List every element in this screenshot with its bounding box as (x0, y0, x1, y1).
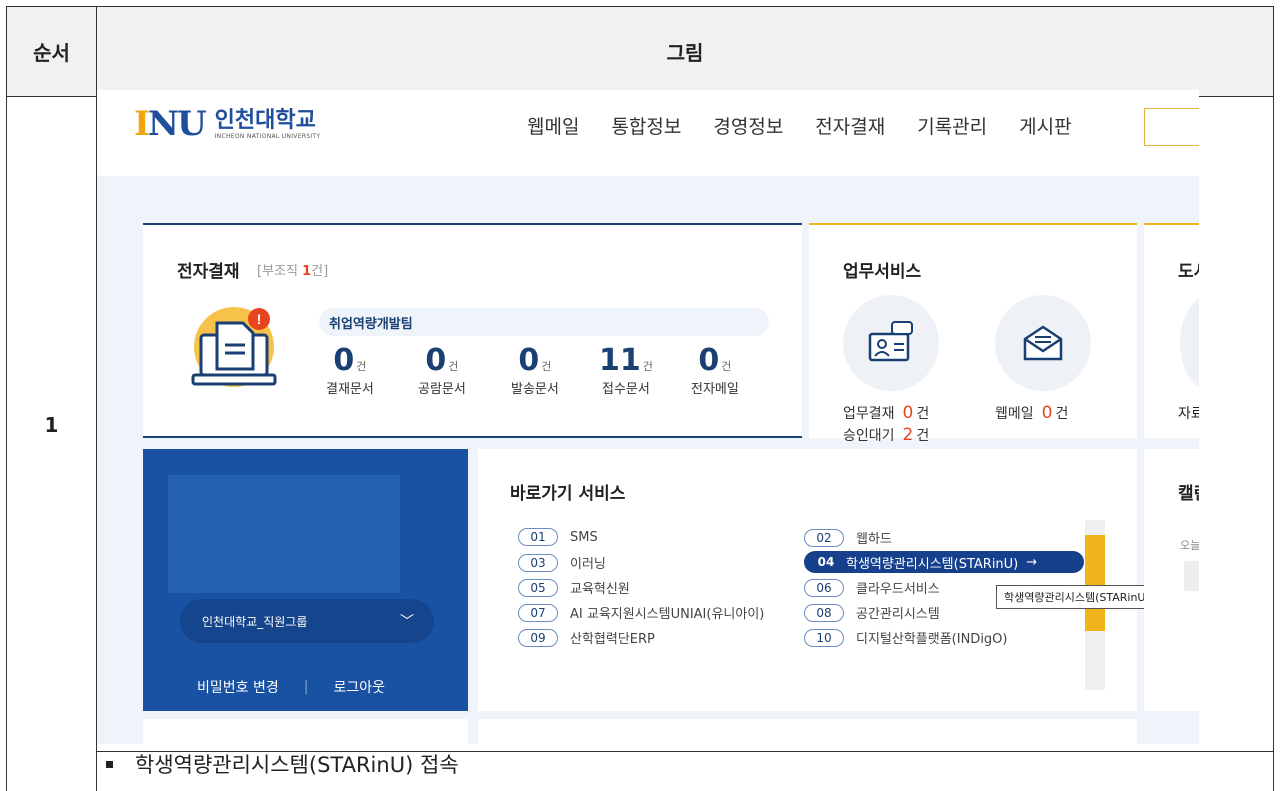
user-card: 인천대학교_직원그룹 ﹀ 비밀번호 변경 | 로그아웃 (143, 449, 468, 711)
library-icon[interactable] (1180, 295, 1199, 391)
scrollbar-thumb[interactable] (1085, 535, 1105, 631)
team-name: 취업역량개발팀 (329, 317, 413, 332)
calendar-card: 캘린 오늘 (1144, 449, 1199, 711)
calendar-today[interactable]: 오늘 (1180, 537, 1199, 553)
dashboard: 전자결재 [부조직 1건] ! 취업역량개발팀 0건 결재문서 0건 공람문서 (97, 176, 1199, 744)
laptop-document-icon: ! (191, 307, 277, 387)
quick-link-sms[interactable]: 01 SMS (518, 528, 598, 546)
quick-link-webhard[interactable]: 02 웹하드 (804, 528, 892, 547)
portal-screenshot: INU 인천대학교 INCHEON NATIONAL UNIVERSITY 웹메… (97, 90, 1199, 744)
approval-sub-org[interactable]: [부조직 1건] (257, 260, 328, 279)
calendar-day-cell[interactable] (1184, 561, 1199, 591)
svg-text:!: ! (257, 311, 262, 327)
library-label: 자료 (1178, 406, 1199, 422)
nav-e-approval[interactable]: 전자결재 (815, 112, 885, 139)
user-photo (168, 475, 400, 593)
lower-card-right (478, 719, 1137, 744)
quick-links-card: 바로가기 서비스 01 SMS 02 웹하드 03 이러닝 04 학생역량관리시스템(S… (478, 449, 1158, 711)
inu-logo-mark: INU (134, 104, 207, 144)
caption-text: 학생역량관리시스템(STARinU) 접속 (135, 753, 459, 777)
stat-received-docs[interactable]: 11 건 접수문서 (599, 345, 653, 398)
site-logo[interactable]: INU 인천대학교 INCHEON NATIONAL UNIVERSITY (134, 104, 320, 144)
logo-korean: 인천대학교 (214, 107, 316, 133)
business-approval-count[interactable]: 업무결재 0 건 (843, 403, 929, 423)
approval-title[interactable]: 전자결재 (177, 257, 240, 282)
logout-link[interactable]: 로그아웃 (333, 677, 385, 697)
nav-webmail[interactable]: 웹메일 (527, 112, 579, 139)
row-number: 1 (44, 412, 59, 437)
quick-link-elearning[interactable]: 03 이러닝 (518, 553, 606, 572)
business-approval-icon[interactable] (843, 295, 939, 391)
starinu-tooltip: 학생역량관리시스템(STARinU) (996, 585, 1158, 609)
library-card: 도서 자료 (1144, 223, 1199, 438)
stat-circulation-docs[interactable]: 0건 공람문서 (418, 345, 466, 398)
top-navigation: INU 인천대학교 INCHEON NATIONAL UNIVERSITY 웹메… (97, 90, 1199, 176)
approval-card: 전자결재 [부조직 1건] ! 취업역량개발팀 0건 결재문서 0건 공람문서 (143, 223, 802, 438)
logo-english: INCHEON NATIONAL UNIVERSITY (214, 132, 321, 140)
nav-records[interactable]: 기록관리 (917, 112, 987, 139)
chevron-down-icon: ﹀ (400, 614, 414, 630)
bullet-icon (106, 760, 113, 768)
lower-card-left (143, 719, 468, 744)
header-order: 순서 (33, 41, 70, 65)
nav-management-info[interactable]: 경영정보 (713, 112, 783, 139)
user-links: 비밀번호 변경 | 로그아웃 (197, 677, 385, 697)
stat-approval-docs[interactable]: 0건 결재문서 (326, 345, 374, 398)
main-nav: 웹메일 통합정보 경영정보 전자결재 기록관리 게시판 (527, 112, 1104, 139)
quick-link-space-management[interactable]: 08 공간관리시스템 (804, 603, 940, 622)
quick-link-education-innovation[interactable]: 05 교육혁신원 (518, 578, 630, 597)
change-password-link[interactable]: 비밀번호 변경 (197, 677, 279, 697)
business-services-title: 업무서비스 (843, 262, 922, 282)
library-title: 도서 (1178, 262, 1199, 282)
quick-link-cloud[interactable]: 06 클라우드서비스 (804, 578, 940, 597)
webmail-count[interactable]: 웹메일 0 건 (995, 403, 1068, 423)
step-caption: 학생역량관리시스템(STARinU) 접속 (106, 749, 459, 779)
quick-links-title: 바로가기 서비스 (510, 484, 626, 504)
stat-sent-docs[interactable]: 0건 발송문서 (511, 345, 559, 398)
quick-link-starinu[interactable]: 04 학생역량관리시스템(STARinU) → (804, 551, 1084, 573)
header-figure: 그림 (666, 41, 704, 65)
webmail-icon[interactable] (995, 295, 1091, 391)
quick-link-uniai[interactable]: 07 AI 교육지원시스템UNIAI(유니아이) (518, 603, 764, 622)
business-services-card: 업무서비스 업무결재 0 건 승인대기 2 건 웹메일 0 건 (809, 223, 1137, 445)
search-input[interactable] (1144, 108, 1199, 146)
quick-link-erp[interactable]: 09 산학협력단ERP (518, 628, 655, 647)
quick-link-indigo[interactable]: 10 디지털산학플랫폼(INDigO) (804, 628, 1008, 647)
link-separator: | (303, 679, 309, 695)
nav-integrated-info[interactable]: 통합정보 (611, 112, 681, 139)
pending-approval-count[interactable]: 승인대기 2 건 (843, 425, 929, 445)
calendar-title: 캘린 (1178, 484, 1199, 504)
stat-email[interactable]: 0건 전자메일 (691, 345, 739, 398)
user-group-select[interactable]: 인천대학교_직원그룹 ﹀ (180, 599, 434, 643)
arrow-right-icon: → (1026, 554, 1038, 570)
nav-board[interactable]: 게시판 (1019, 112, 1071, 139)
logo-text: 인천대학교 INCHEON NATIONAL UNIVERSITY (214, 107, 321, 140)
